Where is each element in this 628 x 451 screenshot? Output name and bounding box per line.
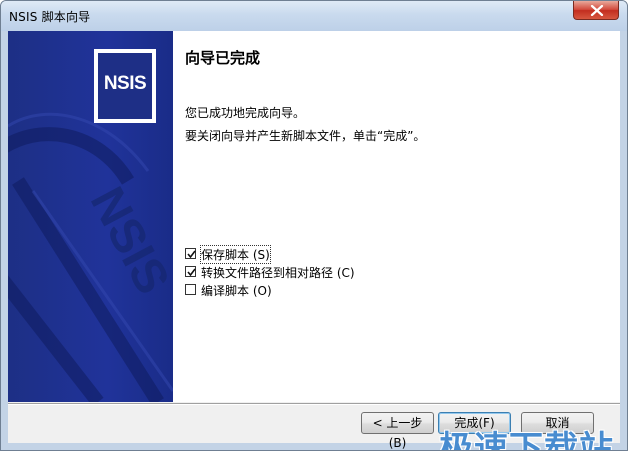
checkbox-box[interactable] <box>185 266 196 277</box>
back-button[interactable]: < 上一步 (B) <box>361 412 434 450</box>
title-bar[interactable]: NSIS 脚本向导 <box>1 1 627 31</box>
content-pane: 向导已完成 您已成功地完成向导。 要关闭向导并产生新脚本文件，单击“完成”。 保… <box>173 31 620 402</box>
window-title: NSIS 脚本向导 <box>9 10 91 24</box>
divider <box>8 403 620 405</box>
checkbox-box[interactable] <box>185 248 196 259</box>
completion-message: 您已成功地完成向导。 <box>185 106 306 120</box>
close-button[interactable] <box>573 1 619 20</box>
checkbox-label: 编译脚本 (O) <box>201 284 272 298</box>
nsis-logo: NSIS <box>94 49 156 123</box>
wizard-client-area: NSIS NSIS 向导已完成 您已成功地完成向导。 要关闭向导并产生新脚本文件… <box>8 31 620 450</box>
checkmark-icon <box>187 268 196 277</box>
watermark: 极速下载站 <box>439 429 614 451</box>
instruction-message: 要关闭向导并产生新脚本文件，单击“完成”。 <box>185 129 426 143</box>
wizard-window: NSIS 脚本向导 NSIS NSIS 向导已完成 您已成功地完成向导。 要关闭… <box>0 0 628 451</box>
checkbox-box[interactable] <box>185 284 196 295</box>
logo-text: NSIS <box>103 73 147 94</box>
side-banner: NSIS NSIS <box>8 31 173 402</box>
checkbox-label: 转换文件路径到相对路径 (C) <box>201 266 355 280</box>
close-icon <box>590 5 604 16</box>
checkmark-icon <box>187 250 196 259</box>
checkbox-label: 保存脚本 (S) <box>200 245 271 264</box>
svg-text:NSIS: NSIS <box>80 179 173 303</box>
page-heading: 向导已完成 <box>185 49 261 67</box>
